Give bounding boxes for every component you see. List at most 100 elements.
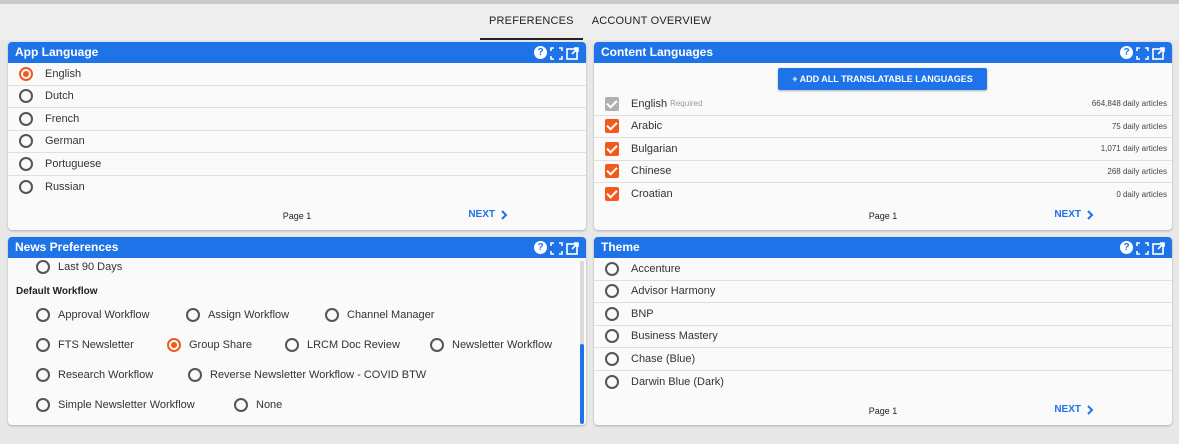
radio-icon[interactable] xyxy=(285,338,299,352)
radio-option-business-mastery[interactable]: Business Mastery xyxy=(594,326,1172,348)
radio-icon[interactable] xyxy=(19,156,33,171)
radio-icon[interactable] xyxy=(19,111,33,126)
radio-selected-icon[interactable] xyxy=(19,66,33,81)
radio-option-simple-newsletter-workflow[interactable]: Simple Newsletter Workflow xyxy=(36,398,195,412)
article-count: 0 daily articles xyxy=(1116,189,1167,199)
open-external-icon[interactable] xyxy=(566,46,579,60)
radio-option-german[interactable]: German xyxy=(8,131,586,153)
radio-option-group-share[interactable]: Group Share xyxy=(167,338,252,352)
option-label: LRCM Doc Review xyxy=(307,339,400,351)
option-label: Research Workflow xyxy=(58,369,154,381)
page-indicator: Page 1 xyxy=(868,406,898,416)
help-icon[interactable]: ? xyxy=(1120,46,1133,59)
next-button[interactable]: NEXT xyxy=(1054,209,1094,220)
radio-option-newsletter-workflow[interactable]: Newsletter Workflow xyxy=(430,338,552,352)
radio-icon[interactable] xyxy=(36,398,50,412)
chevron-right-icon xyxy=(1087,404,1094,415)
tab-preferences[interactable]: PREFERENCES xyxy=(480,14,583,40)
language-label: Chinese xyxy=(631,165,672,178)
radio-option-channel-manager[interactable]: Channel Manager xyxy=(325,308,434,322)
option-label: Advisor Harmony xyxy=(631,285,716,298)
radio-option-russian[interactable]: Russian xyxy=(8,176,586,199)
radio-icon[interactable] xyxy=(36,368,50,382)
radio-option-darwin-blue-dark[interactable]: Darwin Blue (Dark) xyxy=(594,371,1172,394)
radio-icon[interactable] xyxy=(188,368,202,382)
panel-header: App Language ? xyxy=(8,42,586,63)
scrollbar-thumb[interactable] xyxy=(580,344,584,424)
checkbox-row-croatian[interactable]: Croatian 0 daily articles xyxy=(594,183,1172,206)
radio-icon[interactable] xyxy=(186,308,200,322)
open-external-icon[interactable] xyxy=(1152,46,1165,60)
radio-option-chase-blue[interactable]: Chase (Blue) xyxy=(594,348,1172,371)
checkbox-checked-icon[interactable] xyxy=(605,119,619,134)
radio-option-research-workflow[interactable]: Research Workflow xyxy=(36,368,153,382)
required-tag: Required xyxy=(670,99,703,109)
radio-icon[interactable] xyxy=(605,261,619,276)
checkbox-row-english[interactable]: English Required 664,848 daily articles xyxy=(594,93,1172,116)
option-label: Portuguese xyxy=(45,157,102,170)
checkbox-checked-icon[interactable] xyxy=(605,164,619,179)
content-languages-panel: Content Languages ? + ADD ALL TRANSLATAB… xyxy=(594,42,1172,230)
radio-icon[interactable] xyxy=(605,374,619,389)
open-external-icon[interactable] xyxy=(1152,241,1165,255)
radio-option-french[interactable]: French xyxy=(8,108,586,131)
radio-option-none[interactable]: None xyxy=(234,398,282,412)
checkbox-row-chinese[interactable]: Chinese 268 daily articles xyxy=(594,161,1172,183)
radio-option-fts-newsletter[interactable]: FTS Newsletter xyxy=(36,338,134,352)
tab-account-overview[interactable]: ACCOUNT OVERVIEW xyxy=(583,14,721,40)
language-label: Bulgarian xyxy=(631,142,678,155)
add-all-languages-button[interactable]: + ADD ALL TRANSLATABLE LANGUAGES xyxy=(778,68,987,90)
open-external-icon[interactable] xyxy=(566,241,579,255)
radio-icon[interactable] xyxy=(605,306,619,321)
option-label: Group Share xyxy=(189,339,252,351)
radio-icon[interactable] xyxy=(19,134,33,149)
radio-icon[interactable] xyxy=(605,284,619,299)
next-label: NEXT xyxy=(468,209,495,220)
checkbox-row-arabic[interactable]: Arabic 75 daily articles xyxy=(594,116,1172,138)
expand-icon[interactable] xyxy=(1136,241,1149,255)
checkbox-row-bulgarian[interactable]: Bulgarian 1,071 daily articles xyxy=(594,138,1172,161)
radio-icon[interactable] xyxy=(325,308,339,322)
language-label: Croatian xyxy=(631,188,673,201)
radio-icon[interactable] xyxy=(19,179,33,194)
panel-title: App Language xyxy=(15,45,99,59)
radio-icon[interactable] xyxy=(605,351,619,366)
radio-selected-icon[interactable] xyxy=(167,338,181,352)
radio-icon[interactable] xyxy=(605,329,619,344)
chevron-right-icon xyxy=(501,209,508,220)
radio-option-lrcm-doc-review[interactable]: LRCM Doc Review xyxy=(285,338,400,352)
checkbox-checked-icon[interactable] xyxy=(605,141,619,156)
radio-icon[interactable] xyxy=(36,338,50,352)
checkbox-checked-icon[interactable] xyxy=(605,187,619,202)
expand-icon[interactable] xyxy=(550,46,563,60)
radio-icon[interactable] xyxy=(430,338,444,352)
option-label: Last 90 Days xyxy=(58,261,123,273)
radio-option-portuguese[interactable]: Portuguese xyxy=(8,153,586,176)
radio-option-assign-workflow[interactable]: Assign Workflow xyxy=(186,308,289,322)
next-button[interactable]: NEXT xyxy=(468,209,508,220)
option-label: Russian xyxy=(45,180,85,193)
radio-option-accenture[interactable]: Accenture xyxy=(594,258,1172,281)
language-label: Arabic xyxy=(631,120,663,133)
radio-icon[interactable] xyxy=(36,308,50,322)
help-icon[interactable]: ? xyxy=(534,241,547,254)
radio-option-reverse-newsletter-workflow[interactable]: Reverse Newsletter Workflow - COVID BTW xyxy=(188,368,426,382)
help-icon[interactable]: ? xyxy=(1120,241,1133,254)
radio-icon[interactable] xyxy=(36,260,50,274)
panel-header: News Preferences ? xyxy=(8,237,586,258)
radio-option-english[interactable]: English xyxy=(8,63,586,86)
next-button[interactable]: NEXT xyxy=(1054,404,1094,415)
radio-icon[interactable] xyxy=(19,89,33,104)
option-label: Business Mastery xyxy=(631,330,718,343)
radio-option-last-90-days[interactable]: Last 90 Days xyxy=(36,260,122,274)
radio-option-approval-workflow[interactable]: Approval Workflow xyxy=(36,308,150,322)
expand-icon[interactable] xyxy=(1136,46,1149,60)
radio-option-advisor-harmony[interactable]: Advisor Harmony xyxy=(594,281,1172,303)
radio-option-bnp[interactable]: BNP xyxy=(594,303,1172,326)
radio-icon[interactable] xyxy=(234,398,248,412)
panel-title: News Preferences xyxy=(15,240,119,254)
expand-icon[interactable] xyxy=(550,241,563,255)
radio-option-dutch[interactable]: Dutch xyxy=(8,86,586,108)
panel-header: Content Languages ? xyxy=(594,42,1172,63)
help-icon[interactable]: ? xyxy=(534,46,547,59)
